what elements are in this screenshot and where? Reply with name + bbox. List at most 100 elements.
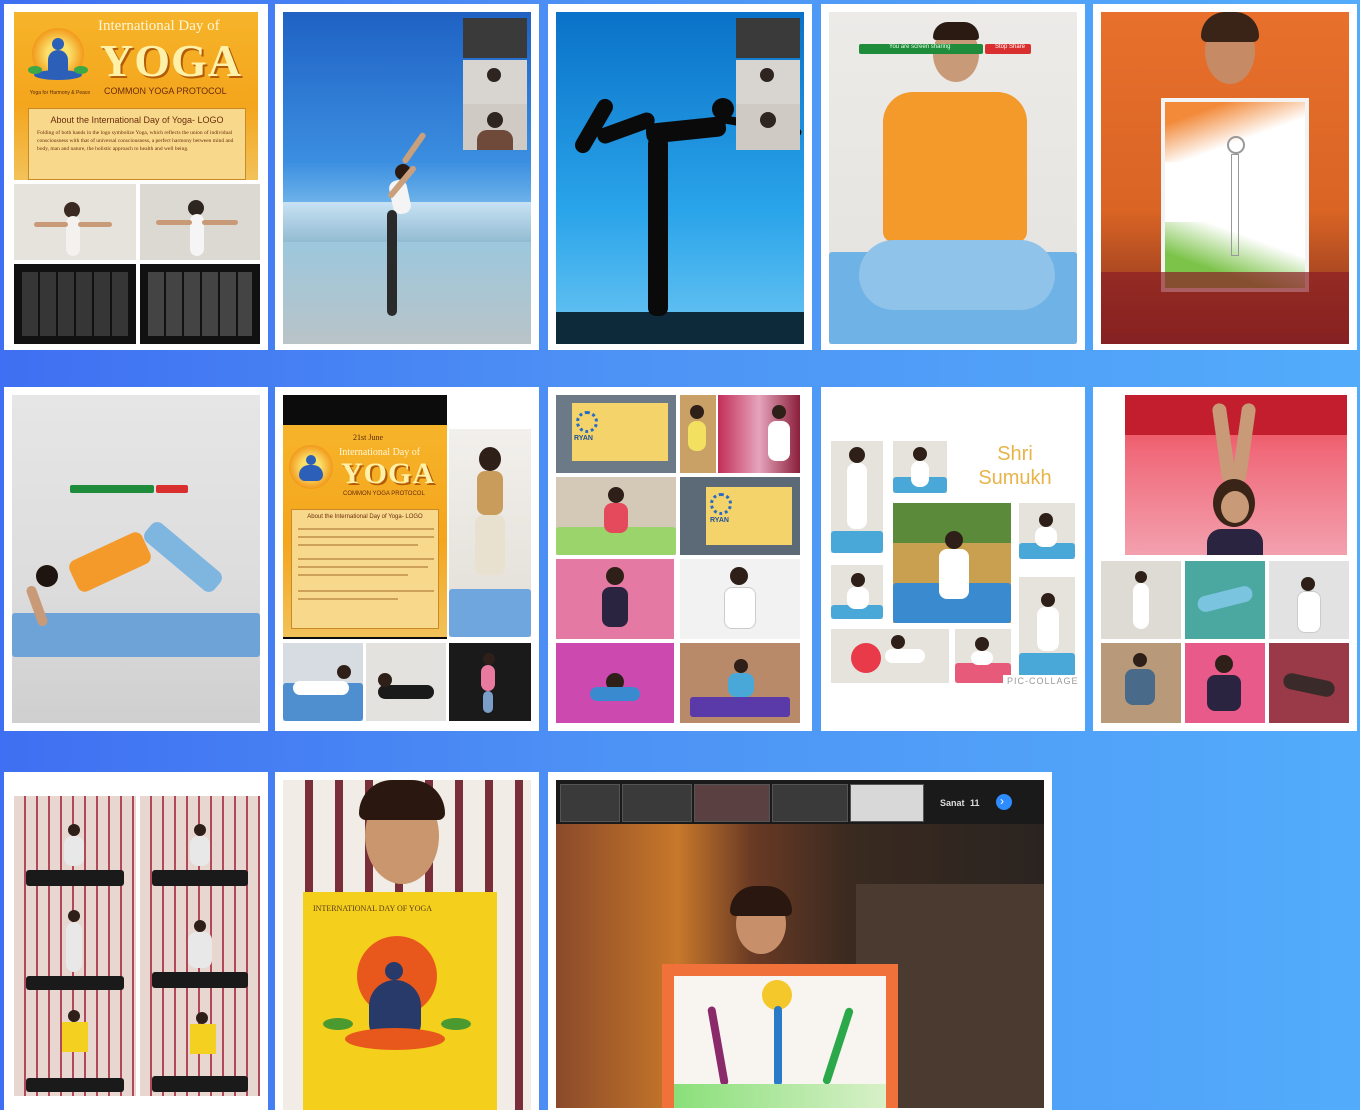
zoom-participant-thumb[interactable] [694,784,770,822]
boy-drawing-scene [1101,12,1349,344]
stop-share-label: Stop Share [995,44,1026,50]
poster-about-heading: About the International Day of Yoga- LOG… [50,115,224,125]
photo-tile-zoom-drawing[interactable]: Sanat 11 › [548,772,1052,1110]
yoga-day-poster-small: 21st June International Day of YOGA COMM… [283,425,447,637]
photo-kid-standing [449,643,531,721]
photo-girl-namaste [449,429,531,637]
photo-girl-arms-up [1125,395,1347,555]
logo-tagline: Yoga for Harmony & Peace [29,90,91,96]
zoom-main-video [556,824,1044,1108]
poster-body-text: Folding of both hands in the logo symbol… [37,130,234,152]
photo-tile-beach-backbend[interactable] [275,4,539,350]
photo-tile-pose-sequence[interactable] [4,772,268,1110]
school-banner-photo: RYAN [556,395,676,473]
video-thumb-top [736,18,800,58]
photo-boy-seated-garden [893,503,1011,623]
poster-subtitle: COMMON YOGA PROTOCOL [343,491,425,497]
photo-boy-standing-2 [893,441,947,493]
girl-drawing-scene: INTERNATIONAL DAY OF YOGA [283,780,531,1110]
photo-boy-kneeling [1019,503,1075,559]
photo-boy-arms-up [1019,577,1075,677]
photo-boy-ball [831,629,949,683]
photo-tile-girl-yellow-drawing[interactable]: INTERNATIONAL DAY OF YOGA [275,772,539,1110]
poster-info-box: About the International Day of Yoga- LOG… [28,108,246,180]
stop-share-button[interactable] [156,485,188,493]
photo-kids-strip [718,395,800,473]
sequence-photo-3 [14,896,136,996]
photo-tile-downward-dog[interactable] [4,387,268,731]
sequence-photo-6 [140,996,260,1096]
sequence-photo-1 [14,796,136,896]
downward-dog-scene [12,395,260,723]
poster-title-top: International Day of [98,18,220,34]
silhouette-scene [556,12,804,344]
photo-kid-lying [283,643,363,721]
photo-tile-arms-up-grid[interactable] [1093,387,1357,731]
ryan-logo-icon [710,493,732,515]
sequence-photo-5 [14,996,136,1096]
grid-photo-5 [1185,643,1265,723]
poster-title-main: YOGA [341,457,435,490]
zoom-participant-count: 11 [970,798,980,808]
photo-kid-pink-blanket [556,559,674,639]
yoga-logo-icon [289,445,333,489]
poster-info-box: About the International Day of Yoga- LOG… [291,509,439,629]
photo-tile-boy-drawing[interactable] [1093,4,1357,350]
poster-subtitle: COMMON YOGA PROTOCOL [104,86,227,96]
collage-name-line2: Sumukh [978,467,1052,489]
screenshot-girl-arms-out-1 [14,184,136,260]
grid-photo-1 [1101,561,1181,639]
photo-tile-sumukh-collage[interactable]: Shri Sumukh PIC-COLLAGE [821,387,1085,731]
video-thumb-girl [463,60,527,104]
grid-photo-4 [1101,643,1181,723]
ryan-logo-icon [576,411,598,433]
photo-kid-white-tee [680,559,800,639]
zoom-participant-thumb[interactable] [622,784,692,822]
zoom-participant-thumb[interactable] [850,784,924,822]
photo-tile-poster-collage[interactable]: Yoga for Harmony & Peace International D… [4,4,268,350]
held-drawing [662,964,898,1108]
photo-kid-pink [680,395,716,473]
zoom-participant-thumb[interactable] [772,784,848,822]
ryan-label: RYAN [710,517,729,524]
video-thumb-top [463,18,527,58]
poster-about-heading: About the International Day of Yoga- LOG… [307,514,423,520]
pic-collage-watermark: PIC-COLLAGE [1003,675,1083,687]
yellow-drawing-sheet: INTERNATIONAL DAY OF YOGA [303,892,497,1110]
photo-kid-purple-mat [556,643,674,723]
screen-share-label: You are screen sharing [889,44,951,50]
screen-share-bar: You are screen sharing [859,44,983,54]
photo-tile-poster-kids[interactable]: 21st June International Day of YOGA COMM… [275,387,539,731]
photo-boy-standing-1 [831,441,883,553]
sequence-photo-2 [140,796,260,896]
poster-frame-black: 21st June International Day of YOGA COMM… [283,395,447,639]
grid-photo-3 [1269,561,1349,639]
grid-photo-2 [1185,561,1265,639]
ryan-label: RYAN [574,435,593,442]
zoom-participant-thumb[interactable] [560,784,620,822]
video-thumb-woman [463,104,527,150]
screenshot-video-grid-2 [140,264,260,344]
video-thumb-girl [736,60,800,104]
stop-share-button[interactable]: Stop Share [985,44,1031,54]
zoom-participant-name: Sanat [940,798,965,808]
poster-title-main: YOGA [100,35,242,86]
school-banner-photo-2: RYAN [680,477,800,555]
boy-seated-scene: You are screen sharing Stop Share [829,12,1077,344]
video-thumb-woman [736,104,800,150]
beach-scene [283,12,531,344]
photo-tile-school-collage[interactable]: RYAN RYAN [548,387,812,731]
zoom-next-arrow-icon[interactable]: › [996,794,1012,810]
zoom-participant-bar: Sanat 11 › [556,780,1044,824]
yoga-logo-icon [24,22,92,90]
poster-date-label: 21st June [353,433,383,442]
grid-photo-6 [1269,643,1349,723]
screenshot-video-grid-1 [14,264,136,344]
screenshot-girl-arms-out-2 [140,184,260,260]
photo-tile-silhouette-pose[interactable] [548,4,812,350]
photo-kid-cobra [366,643,446,721]
drawing-caption: INTERNATIONAL DAY OF YOGA [313,904,433,913]
photo-kid-meditation [680,643,800,723]
sequence-photo-4 [140,896,260,996]
photo-tile-boy-seated[interactable]: You are screen sharing Stop Share [821,4,1085,350]
